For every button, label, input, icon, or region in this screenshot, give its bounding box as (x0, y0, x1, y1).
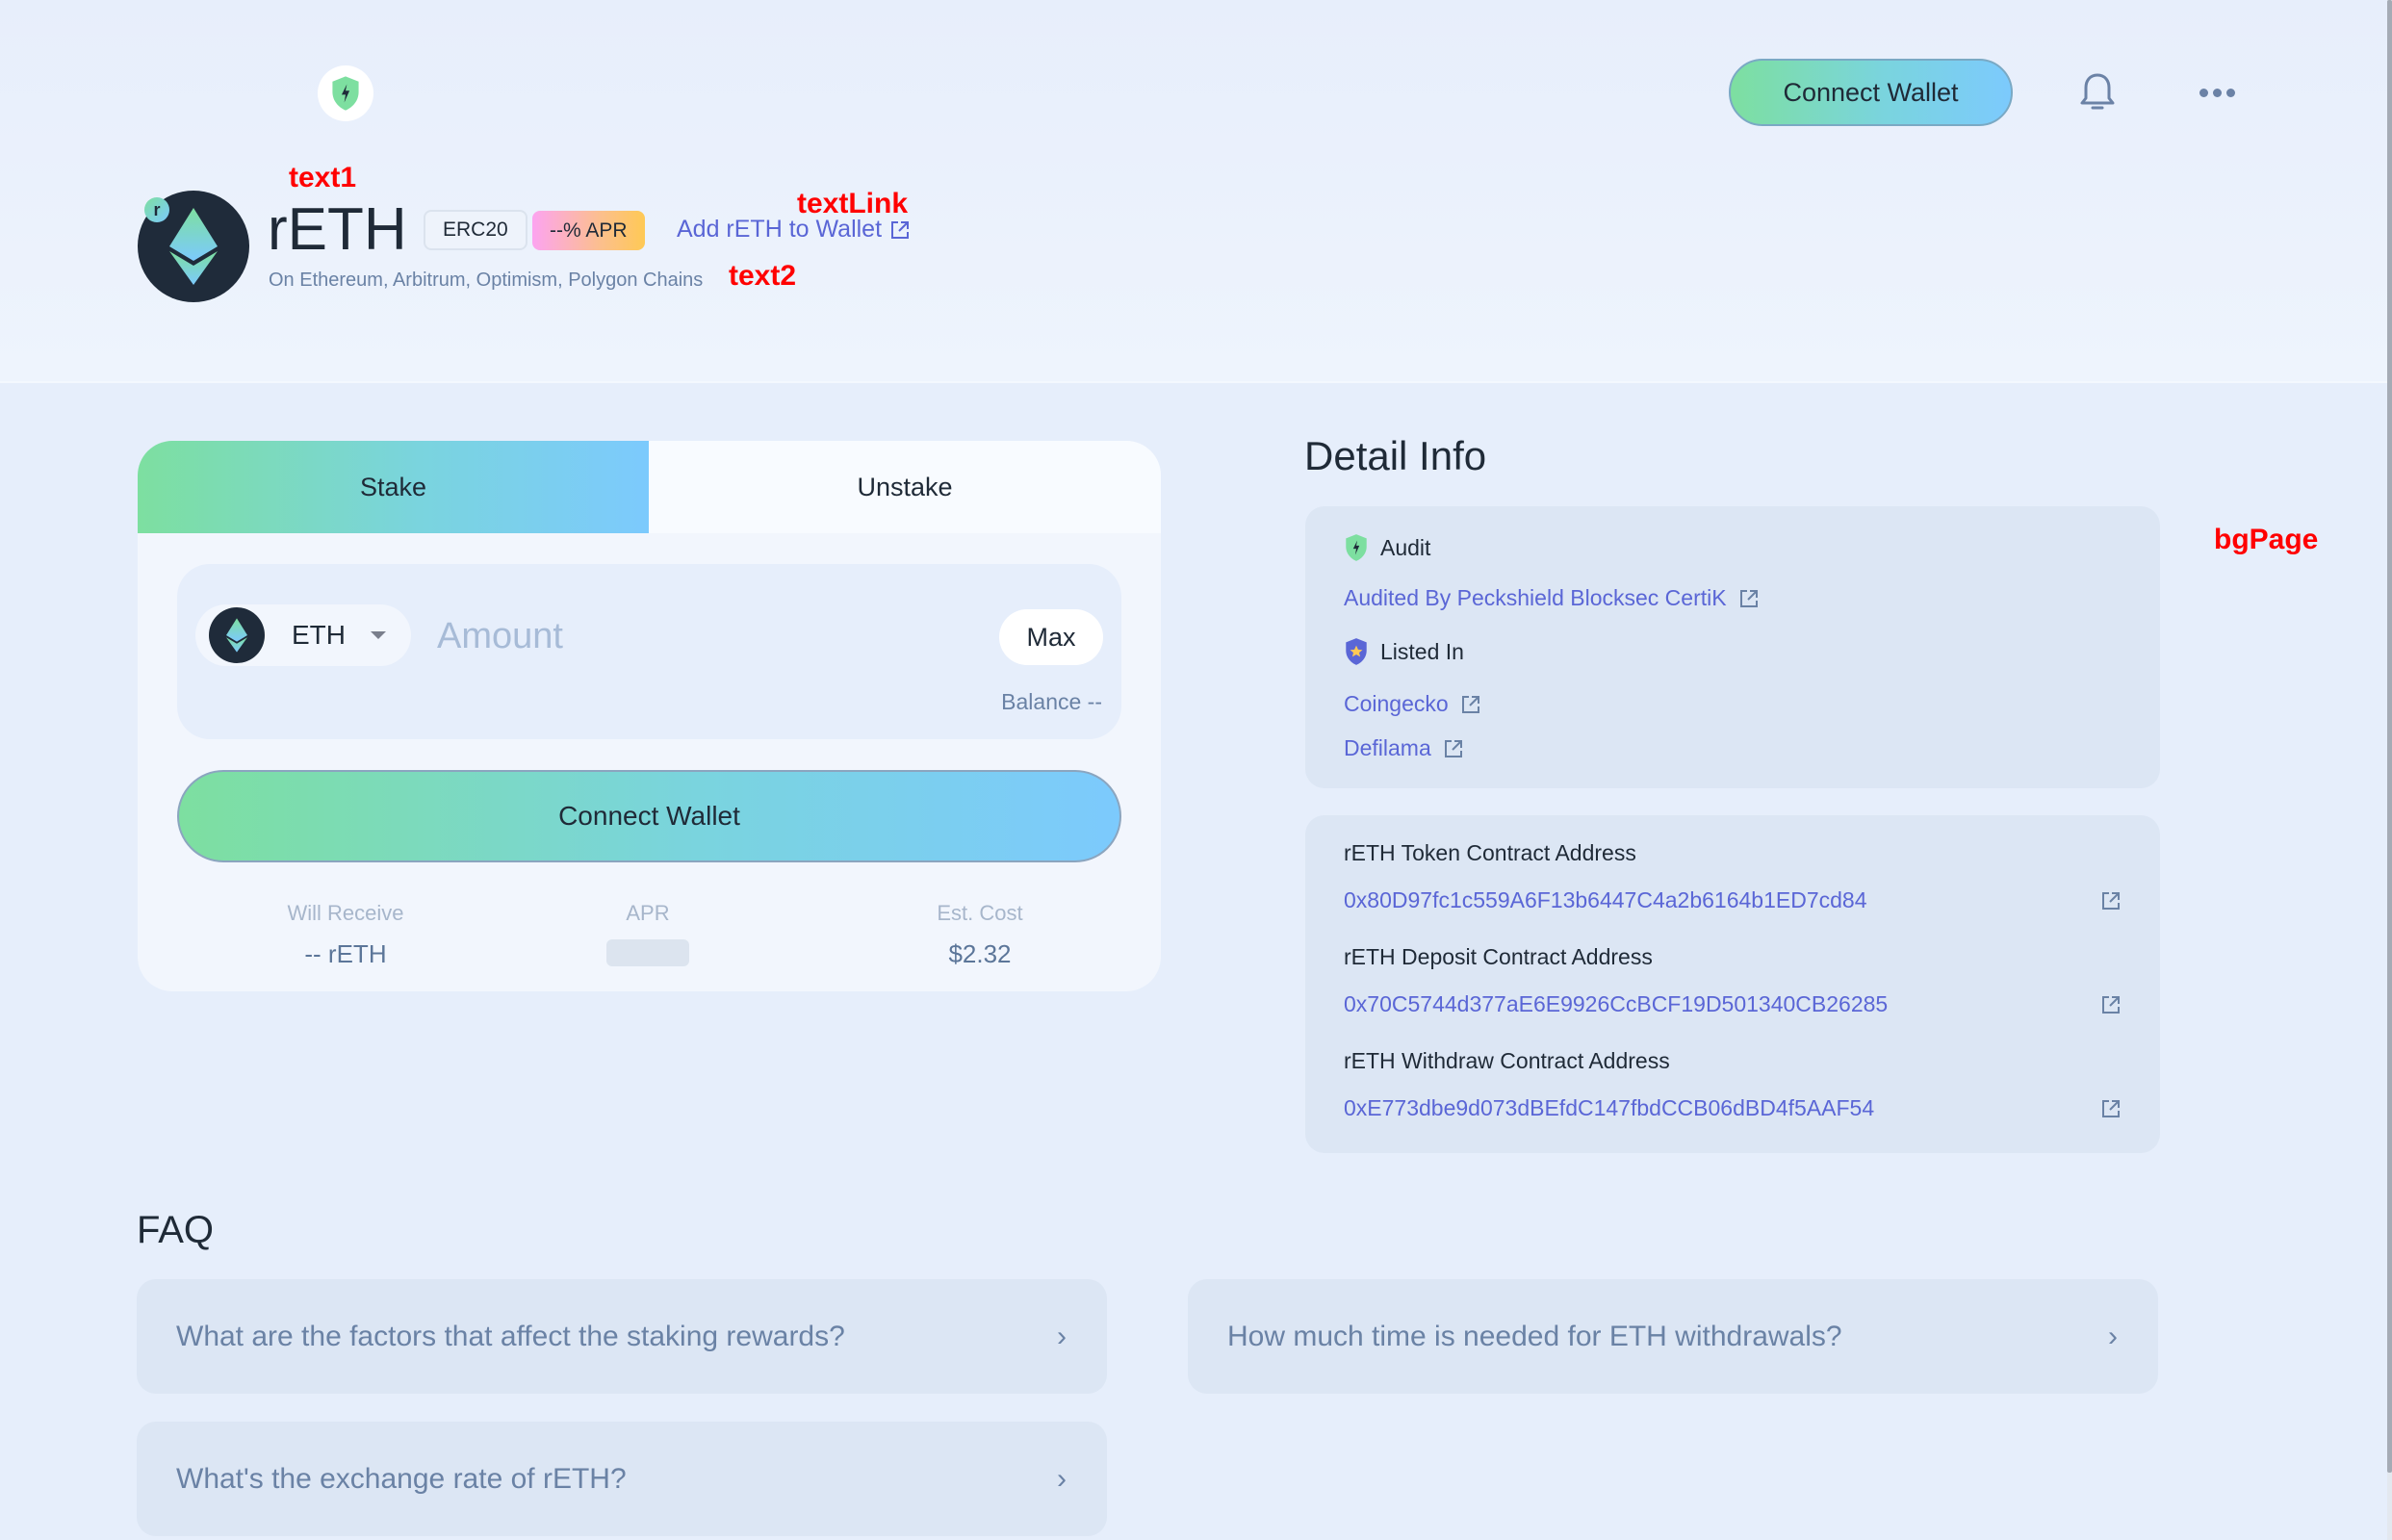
faq-title: FAQ (137, 1209, 215, 1251)
audit-heading: Audit (1344, 533, 1430, 562)
stat-value: $2.32 (948, 939, 1012, 968)
shield-bolt-icon (1346, 534, 1367, 561)
app-logo[interactable] (318, 65, 373, 121)
amount-input[interactable] (437, 607, 938, 665)
stake-card: Stake Unstake ETH Max Balance -- Connect… (138, 441, 1161, 991)
faq-item[interactable]: What are the factors that affect the sta… (137, 1279, 1107, 1394)
contract-addresses-panel: rETH Token Contract Address 0x80D97fc1c5… (1305, 815, 2160, 1153)
stat-est-cost: Est. Cost $2.32 (855, 901, 1105, 969)
dot (2199, 88, 2208, 97)
apr-loading-skeleton (606, 939, 689, 966)
external-link-icon[interactable] (2100, 890, 2122, 911)
faq-item[interactable]: How much time is needed for ETH withdraw… (1188, 1279, 2158, 1394)
faq-question: What's the exchange rate of rETH? (176, 1462, 627, 1495)
dot (2225, 88, 2235, 97)
shield-bolt-icon (332, 76, 359, 111)
stat-label: Will Receive (287, 901, 404, 925)
balance-text: Balance -- (1001, 689, 1102, 714)
chevron-right-icon: › (1057, 1320, 1067, 1352)
defilama-link[interactable]: Defilama (1344, 735, 1464, 761)
chevron-right-icon: › (1057, 1462, 1067, 1495)
external-link-icon (1461, 695, 1479, 713)
tab-stake[interactable]: Stake (138, 441, 649, 533)
eth-diamond-icon (169, 208, 218, 285)
stat-will-receive: Will Receive -- rETH (220, 901, 471, 969)
external-link-icon (1739, 589, 1758, 607)
external-link-icon (1444, 739, 1462, 757)
supported-chains-text: On Ethereum, Arbitrum, Optimism, Polygon… (269, 270, 704, 291)
audit-listing-panel: Audit Audited By Peckshield Blocksec Cer… (1305, 506, 2160, 788)
external-link-icon (891, 220, 910, 239)
eth-coin-icon (209, 607, 265, 663)
chevron-right-icon: › (2108, 1320, 2118, 1352)
annotation-text1: text1 (289, 162, 357, 193)
stat-label: Est. Cost (937, 901, 1023, 925)
shield-star-icon (1346, 638, 1367, 665)
external-link-icon[interactable] (2100, 994, 2122, 1015)
stat-value: -- rETH (304, 939, 387, 968)
audit-link[interactable]: Audited By Peckshield Blocksec CertiK (1344, 585, 1760, 611)
token-selector[interactable]: ETH (195, 604, 411, 666)
coingecko-label: Coingecko (1344, 691, 1449, 716)
annotation-bg-page: bgPage (2214, 524, 2319, 555)
scrollbar-thumb[interactable] (2387, 0, 2392, 1473)
faq-item[interactable]: What's the exchange rate of rETH? › (137, 1422, 1107, 1536)
stat-label: APR (626, 901, 670, 925)
contract-label: rETH Deposit Contract Address (1344, 944, 1653, 969)
faq-question: How much time is needed for ETH withdraw… (1227, 1320, 1842, 1352)
audit-label: Audit (1380, 534, 1431, 560)
audit-link-label: Audited By Peckshield Blocksec CertiK (1344, 585, 1727, 610)
token-symbol: ETH (292, 620, 346, 650)
dot (2212, 88, 2222, 97)
token-title: rETH (268, 196, 407, 263)
token-chain-badge: r (144, 197, 169, 222)
caret-down-icon (371, 631, 386, 639)
annotation-text2: text2 (729, 260, 797, 292)
coingecko-link[interactable]: Coingecko (1344, 691, 1481, 717)
stat-apr: APR (523, 901, 773, 966)
header-band (0, 0, 2387, 383)
header-connect-wallet-button[interactable]: Connect Wallet (1729, 59, 2013, 126)
contract-address-link[interactable]: 0x70C5744d377aE6E9926CcBCF19D501340CB262… (1344, 991, 1888, 1017)
max-button[interactable]: Max (999, 609, 1103, 665)
more-dots-icon[interactable] (2197, 81, 2237, 104)
defilama-label: Defilama (1344, 735, 1431, 760)
erc20-badge: ERC20 (424, 210, 527, 250)
apr-badge: --% APR (532, 211, 645, 250)
annotation-text-link: textLink (797, 188, 909, 219)
faq-question: What are the factors that affect the sta… (176, 1320, 845, 1352)
contract-address-link[interactable]: 0xE773dbe9d073dBEfdC147fbdCCB06dBD4f5AAF… (1344, 1095, 1874, 1121)
bell-icon[interactable] (2077, 71, 2118, 116)
tab-unstake[interactable]: Unstake (649, 441, 1161, 533)
connect-wallet-button[interactable]: Connect Wallet (177, 770, 1121, 862)
listed-in-label: Listed In (1380, 638, 1464, 664)
listed-in-heading: Listed In (1344, 637, 1464, 666)
detail-info-title: Detail Info (1304, 433, 1487, 478)
amount-input-box: ETH Max Balance -- (177, 564, 1121, 739)
external-link-icon[interactable] (2100, 1098, 2122, 1119)
contract-label: rETH Token Contract Address (1344, 840, 1636, 865)
contract-address-link[interactable]: 0x80D97fc1c559A6F13b6447C4a2b6164b1ED7cd… (1344, 887, 1867, 913)
contract-label: rETH Withdraw Contract Address (1344, 1048, 1670, 1073)
